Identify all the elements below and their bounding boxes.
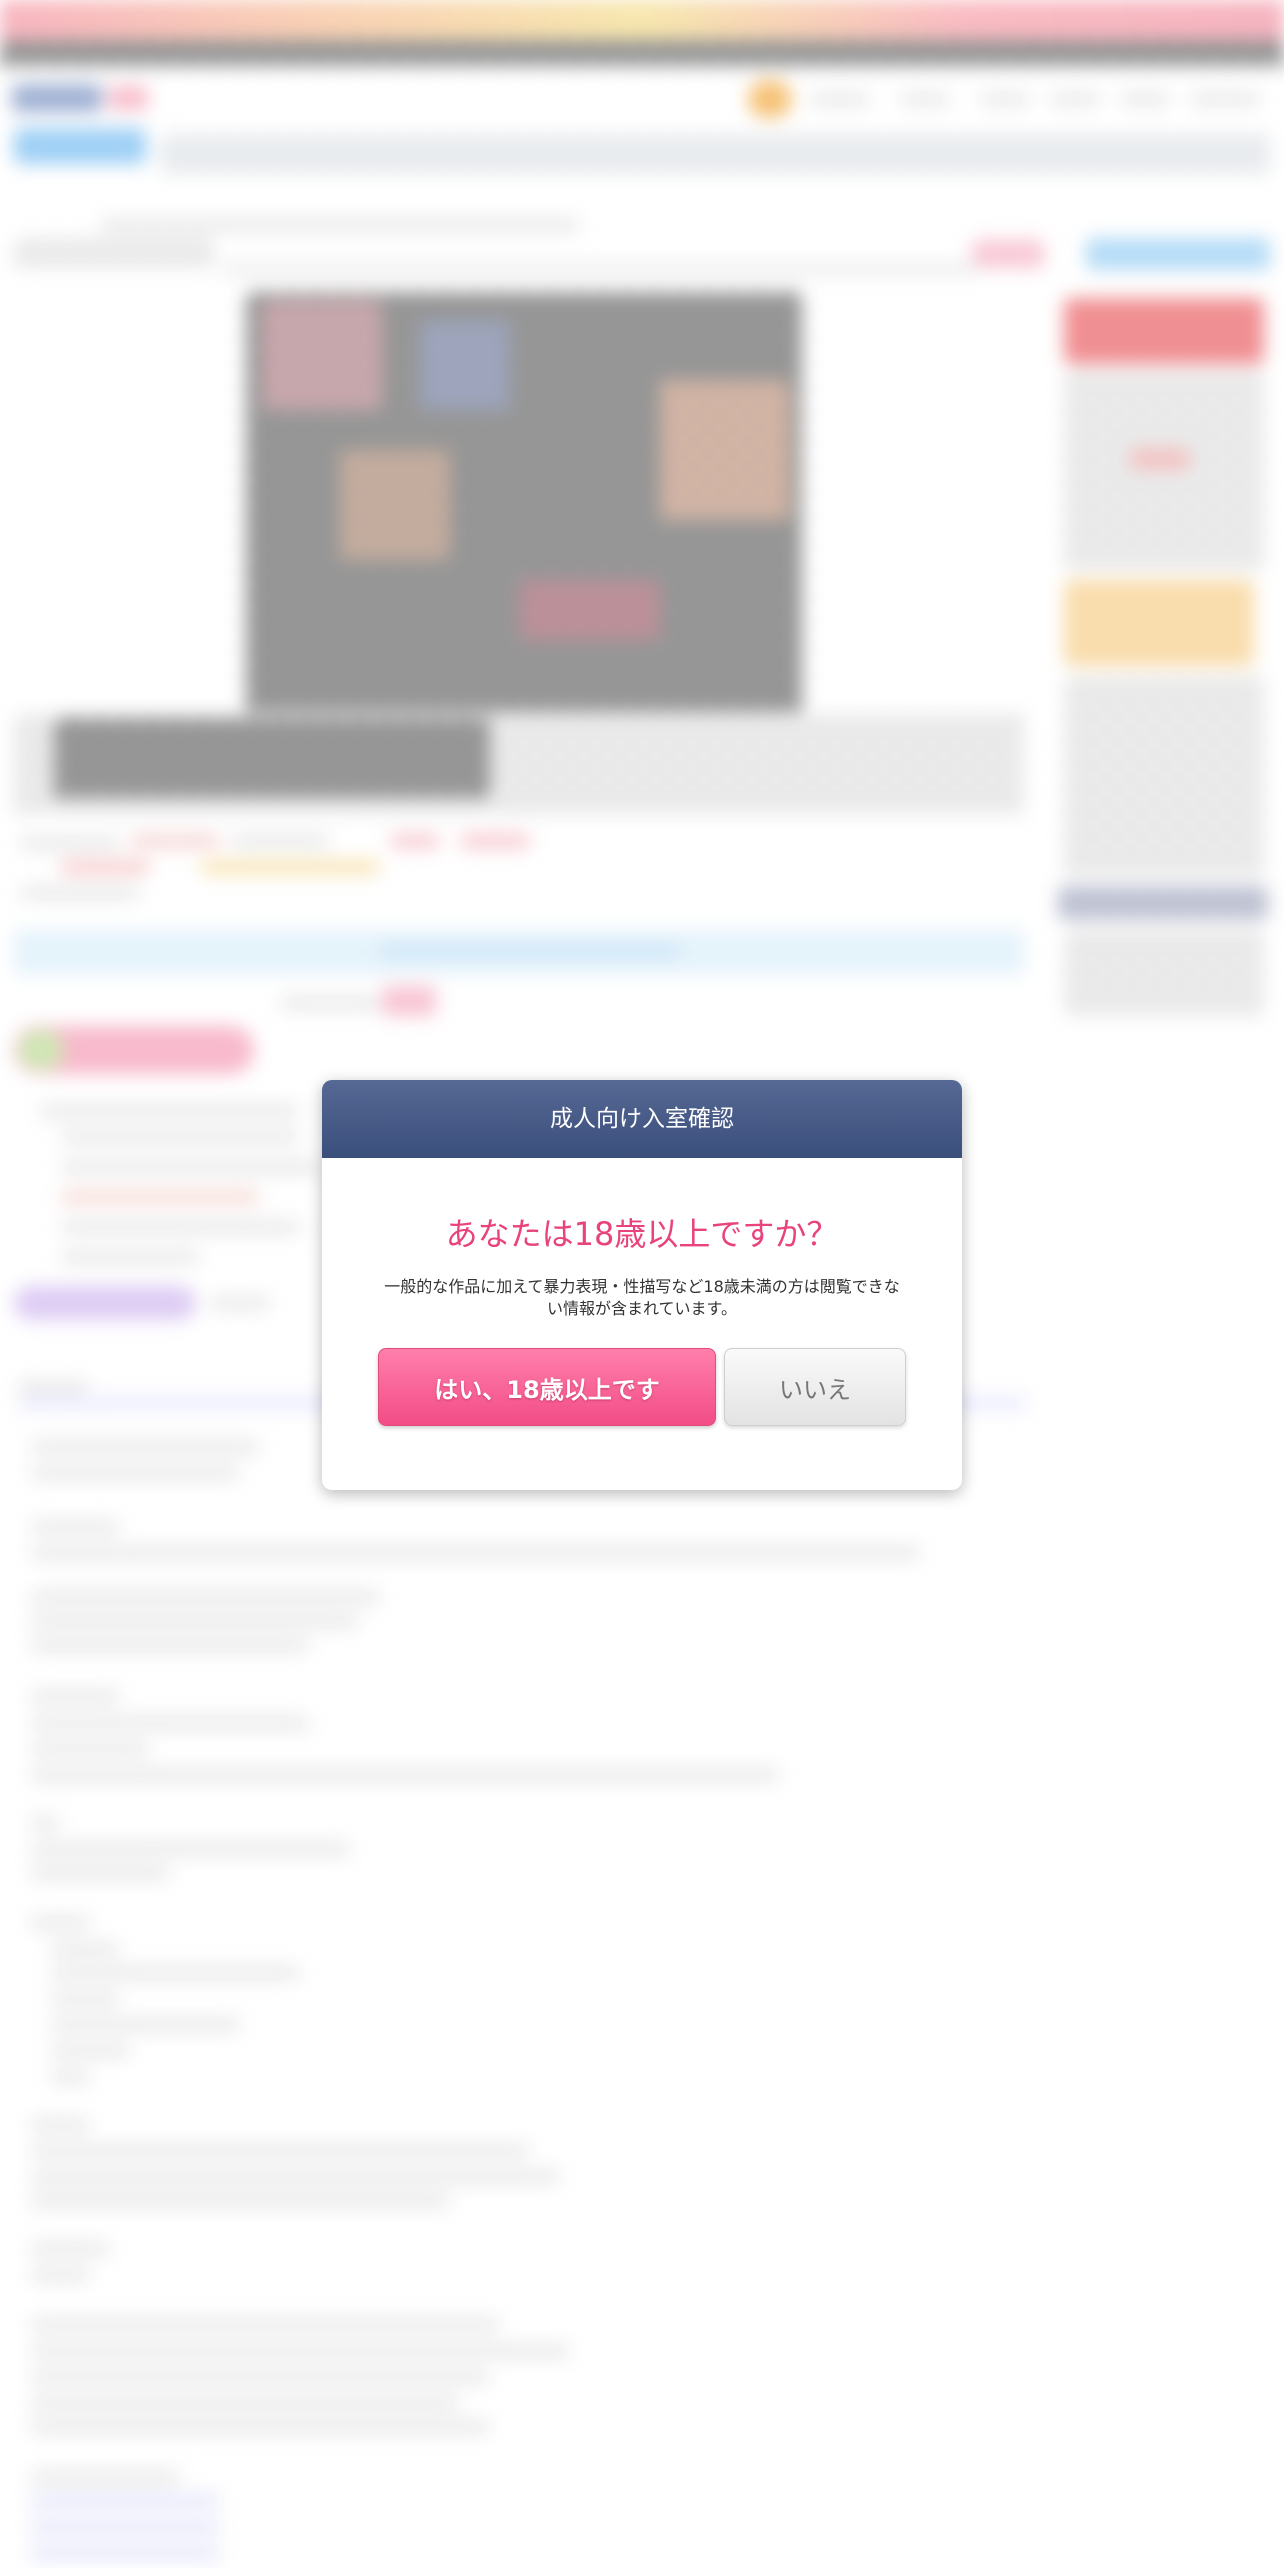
age-question: あなたは18歳以上ですか？ <box>445 1215 839 1253</box>
modal-overlay: 成人向け入室確認 あなたは18歳以上ですか？ 一般的な作品に加えて暴力表現・性描… <box>0 0 1284 2568</box>
age-gate-buttons: はい、18歳以上です いいえ <box>378 1348 906 1426</box>
age-confirm-no-button[interactable]: いいえ <box>724 1348 906 1426</box>
age-gate-body: あなたは18歳以上ですか？ 一般的な作品に加えて暴力表現・性描写など18歳未満の… <box>322 1158 962 1426</box>
age-confirm-yes-button[interactable]: はい、18歳以上です <box>378 1348 716 1426</box>
age-gate-title: 成人向け入室確認 <box>322 1080 962 1158</box>
age-gate-dialog: 成人向け入室確認 あなたは18歳以上ですか？ 一般的な作品に加えて暴力表現・性描… <box>322 1080 962 1490</box>
age-gate-description: 一般的な作品に加えて暴力表現・性描写など18歳未満の方は閲覧できない情報が含まれ… <box>384 1277 900 1318</box>
